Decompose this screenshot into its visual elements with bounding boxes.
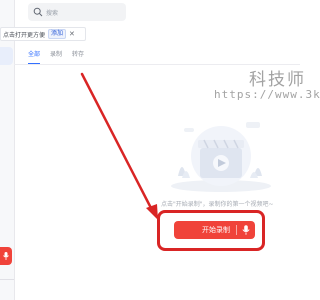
search-placeholder: 搜索: [46, 9, 59, 17]
tab-recorded[interactable]: 录制: [50, 50, 62, 64]
add-shortcut-tip: 点击打开更方便 添加 ✕: [0, 27, 86, 41]
sidebar-item-active[interactable]: [0, 47, 13, 65]
watermark-title: 科技师: [249, 70, 306, 90]
close-icon[interactable]: ✕: [69, 29, 75, 39]
search-input[interactable]: 搜索: [28, 3, 126, 21]
empty-state-hint: 点击"开始录制"，录制你的第一个视频吧~: [161, 199, 274, 208]
watermark-url: https://www.3k: [214, 88, 320, 101]
sidebar: [0, 0, 15, 300]
hint-suffix: ，录制你的第一个视频吧~: [202, 201, 274, 208]
tab-saved[interactable]: 转存: [72, 50, 84, 64]
hint-prefix: 点击: [161, 201, 174, 208]
sidebar-divider: [0, 279, 14, 280]
video-play-illustration: [171, 122, 271, 192]
tip-text: 点击打开更方便: [3, 31, 46, 39]
sidebar-record-button[interactable]: [0, 247, 12, 265]
record-button-separator: [236, 225, 237, 235]
record-button-label: 开始录制: [202, 226, 230, 234]
tab-all[interactable]: 全部: [28, 50, 41, 64]
hint-link: "开始录制": [173, 201, 203, 208]
search-icon: [33, 7, 43, 17]
mic-icon[interactable]: [242, 225, 250, 235]
mic-icon: [3, 252, 9, 260]
start-recording-button[interactable]: 开始录制: [174, 221, 255, 239]
add-button[interactable]: 添加: [48, 29, 67, 39]
tab-bar: 全部 录制 转存: [28, 50, 94, 64]
app-window: 搜索 点击打开更方便 添加 ✕ 全部 录制 转存 科技师 https://www…: [0, 0, 320, 300]
